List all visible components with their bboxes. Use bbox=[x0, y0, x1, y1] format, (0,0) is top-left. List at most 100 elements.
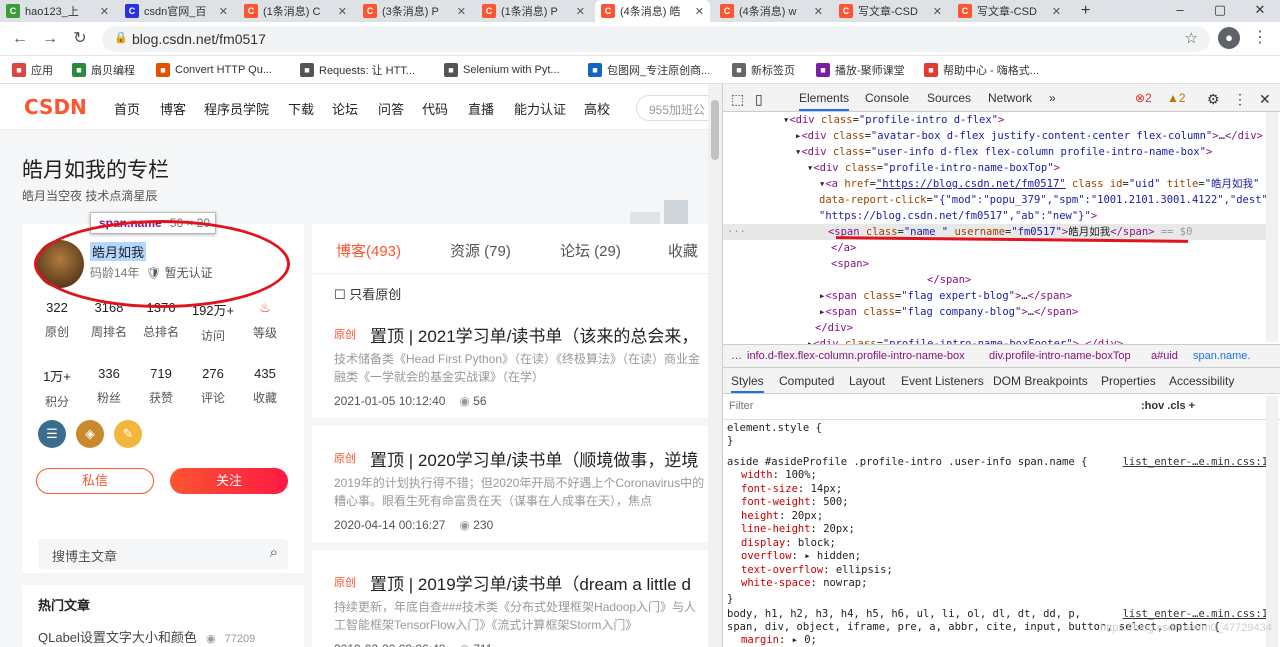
styles-tab[interactable]: Properties bbox=[1101, 374, 1156, 388]
stat-item[interactable]: 322 原创 bbox=[34, 300, 80, 344]
bookmark-item[interactable]: ■ 扇贝编程 bbox=[72, 61, 135, 79]
nav-item[interactable]: 博客 bbox=[160, 99, 186, 118]
maximize-icon[interactable]: ▢ bbox=[1200, 0, 1240, 22]
close-tab-icon[interactable]: ✕ bbox=[338, 5, 347, 18]
dom-node[interactable]: ▾<div class="profile-intro d-flex"> bbox=[783, 112, 1004, 128]
styles-tab[interactable]: Accessibility bbox=[1169, 374, 1234, 388]
bookmark-item[interactable]: ■ 新标签页 bbox=[732, 61, 795, 79]
bookmark-item[interactable]: ■ Selenium with Pyt... bbox=[444, 61, 560, 79]
more-icon[interactable]: ⋮ bbox=[1233, 91, 1247, 108]
css-property[interactable]: white-space: nowrap; bbox=[741, 577, 1280, 590]
breadcrumb[interactable]: info.d-flex.flex-column.profile-intro-na… bbox=[747, 350, 965, 362]
browser-tab[interactable]: C (4条消息) w ✕ bbox=[714, 0, 829, 22]
page-scrollbar[interactable] bbox=[708, 84, 722, 647]
dom-node[interactable]: </a> bbox=[831, 240, 856, 256]
bookmark-item[interactable]: ■ 播放-聚师课堂 bbox=[816, 61, 905, 79]
content-tab[interactable]: 收藏 bbox=[668, 240, 698, 261]
prop-value[interactable]: ▸ 0; bbox=[792, 634, 817, 646]
dom-node-attr[interactable]: "https://blog.csdn.net/fm0517","ab":"new… bbox=[819, 208, 1097, 224]
prop-name[interactable]: font-size bbox=[741, 483, 798, 495]
article-item[interactable]: 原创 置顶 | 2019学习单/读书单（dream a little d 持续更新，… bbox=[312, 558, 708, 647]
search-icon[interactable]: ⌕ bbox=[270, 544, 278, 561]
dom-node[interactable]: <span> bbox=[831, 256, 869, 272]
devtools-tab[interactable]: » bbox=[1049, 91, 1056, 105]
bookmark-item[interactable]: ■ 应用 bbox=[12, 61, 53, 79]
article-item[interactable]: 原创 置顶 | 2021学习单/读书单（该来的总会来， 技术储备类《Head Fir… bbox=[312, 310, 708, 426]
css-property[interactable]: font-size: 14px; bbox=[741, 483, 1280, 496]
prop-name[interactable]: white-space bbox=[741, 577, 811, 589]
page-scroll-thumb[interactable] bbox=[711, 100, 719, 160]
content-tab[interactable]: 论坛 (29) bbox=[560, 240, 621, 261]
only-original-checkbox[interactable]: ☐ 只看原创 bbox=[334, 284, 401, 303]
prop-value[interactable]: 100%; bbox=[785, 469, 817, 481]
css-property[interactable]: line-height: 20px; bbox=[741, 523, 1280, 536]
new-tab-button[interactable]: + bbox=[1075, 0, 1099, 22]
dom-node[interactable]: ▾<a href="https://blog.csdn.net/fm0517" … bbox=[819, 176, 1259, 192]
close-tab-icon[interactable]: ✕ bbox=[100, 5, 109, 18]
styles-tab[interactable]: Styles bbox=[731, 374, 764, 393]
error-count[interactable]: ⊗2 bbox=[1135, 91, 1152, 105]
prop-name[interactable]: width bbox=[741, 469, 773, 481]
rule-selector-text[interactable]: aside #asideProfile .profile-intro .user… bbox=[727, 456, 1087, 468]
devtools-tab[interactable]: Elements bbox=[799, 91, 850, 111]
hov-cls-buttons[interactable]: :hov .cls + bbox=[1141, 400, 1195, 412]
url-text[interactable]: blog.csdn.net/fm0517 bbox=[132, 31, 266, 47]
close-tab-icon[interactable]: ✕ bbox=[219, 5, 228, 18]
browser-menu-icon[interactable]: ⋮ bbox=[1252, 27, 1268, 47]
bookmark-item[interactable]: ■ 帮助中心 - 嗨格式... bbox=[924, 61, 1039, 79]
bookmark-star-icon[interactable]: ☆ bbox=[1185, 29, 1198, 47]
prop-name[interactable]: height bbox=[741, 510, 779, 522]
prop-value[interactable]: ▸ hidden; bbox=[804, 550, 861, 562]
css-property[interactable]: width: 100%; bbox=[741, 469, 1280, 482]
close-tab-icon[interactable]: ✕ bbox=[933, 5, 942, 18]
dom-node[interactable]: </div> bbox=[815, 320, 853, 336]
inspect-icon[interactable]: ⬚ bbox=[731, 91, 744, 108]
stat-item[interactable]: 1万+ 积分 bbox=[34, 366, 80, 410]
browser-tab[interactable]: C (1条消息) C ✕ bbox=[238, 0, 353, 22]
back-icon[interactable]: ← bbox=[10, 29, 30, 49]
dom-node[interactable]: ▾<div class="user-info d-flex flex-colum… bbox=[795, 144, 1212, 160]
nav-item[interactable]: 程序员学院 bbox=[204, 99, 269, 118]
prop-value[interactable]: nowrap; bbox=[823, 577, 867, 589]
prop-value[interactable]: block; bbox=[798, 537, 836, 549]
close-tab-icon[interactable]: ✕ bbox=[576, 5, 585, 18]
article-item[interactable]: 原创 置顶 | 2020学习单/读书单（顺境做事，逆境 2019年的计划执行得不错；… bbox=[312, 434, 708, 550]
dom-tree[interactable]: ▾<div class="profile-intro d-flex"> ▸<div… bbox=[723, 112, 1267, 344]
browser-tab[interactable]: Chao123_上 ✕ bbox=[0, 0, 115, 22]
dom-node-attr[interactable]: data-report-click="{"mod":"popu_379","sp… bbox=[819, 192, 1267, 208]
stat-item[interactable]: 336 粉丝 bbox=[86, 366, 132, 410]
article-title[interactable]: 置顶 | 2021学习单/读书单（该来的总会来， bbox=[370, 322, 698, 347]
styles-tab[interactable]: Layout bbox=[849, 374, 885, 388]
forward-icon[interactable]: → bbox=[40, 29, 60, 49]
prop-name[interactable]: font-weight bbox=[741, 496, 811, 508]
hot-item[interactable]: QLabel设置文字大小和颜色 ◉ 77209 bbox=[38, 627, 255, 646]
prop-name[interactable]: line-height bbox=[741, 523, 811, 535]
styles-tab[interactable]: Event Listeners bbox=[901, 374, 984, 388]
stat-item[interactable]: 3168 周排名 bbox=[86, 300, 132, 344]
follow-button[interactable]: 关注 bbox=[170, 468, 288, 494]
prop-value[interactable]: 20px; bbox=[823, 523, 855, 535]
dom-node[interactable]: ▸<span class="flag expert-blog">…</span> bbox=[819, 288, 1072, 304]
stat-item[interactable]: 192万+ 访问 bbox=[190, 300, 236, 344]
article-title[interactable]: 置顶 | 2020学习单/读书单（顺境做事，逆境 bbox=[370, 446, 698, 471]
nav-item[interactable]: 首页 bbox=[114, 99, 140, 118]
browser-tab[interactable]: Ccsdn官网_百 ✕ bbox=[119, 0, 234, 22]
badge-pen-icon[interactable]: ✎ bbox=[114, 420, 142, 448]
message-button[interactable]: 私信 bbox=[36, 468, 154, 494]
hot-item-title[interactable]: QLabel设置文字大小和颜色 bbox=[38, 630, 197, 645]
rule-source-link[interactable]: list_enter-…e.min.css:1 bbox=[1123, 456, 1268, 469]
browser-tab[interactable]: C (4条消息) 皓 ✕ bbox=[595, 0, 710, 22]
nav-item[interactable]: 问答 bbox=[378, 99, 404, 118]
prop-value[interactable]: 14px; bbox=[811, 483, 843, 495]
checkbox-icon[interactable]: ☐ bbox=[334, 287, 349, 302]
browser-tab[interactable]: C (1条消息) P ✕ bbox=[476, 0, 591, 22]
css-property[interactable]: overflow: ▸ hidden; bbox=[741, 550, 1280, 563]
css-prop-margin[interactable]: margin: ▸ 0; bbox=[741, 634, 1280, 647]
dom-node[interactable]: ▸<div class="avatar-box d-flex justify-c… bbox=[795, 128, 1263, 144]
breadcrumb[interactable]: … bbox=[731, 350, 742, 362]
dom-node[interactable]: ▸<div class="profile-intro-name-boxFoote… bbox=[807, 336, 1123, 344]
prop-name[interactable]: overflow bbox=[741, 550, 792, 562]
badge-medal-icon[interactable]: ◈ bbox=[76, 420, 104, 448]
dom-node[interactable]: ▾<div class="profile-intro-name-boxTop"> bbox=[807, 160, 1060, 176]
blog-search-input[interactable]: 搜博主文章 bbox=[38, 539, 288, 569]
